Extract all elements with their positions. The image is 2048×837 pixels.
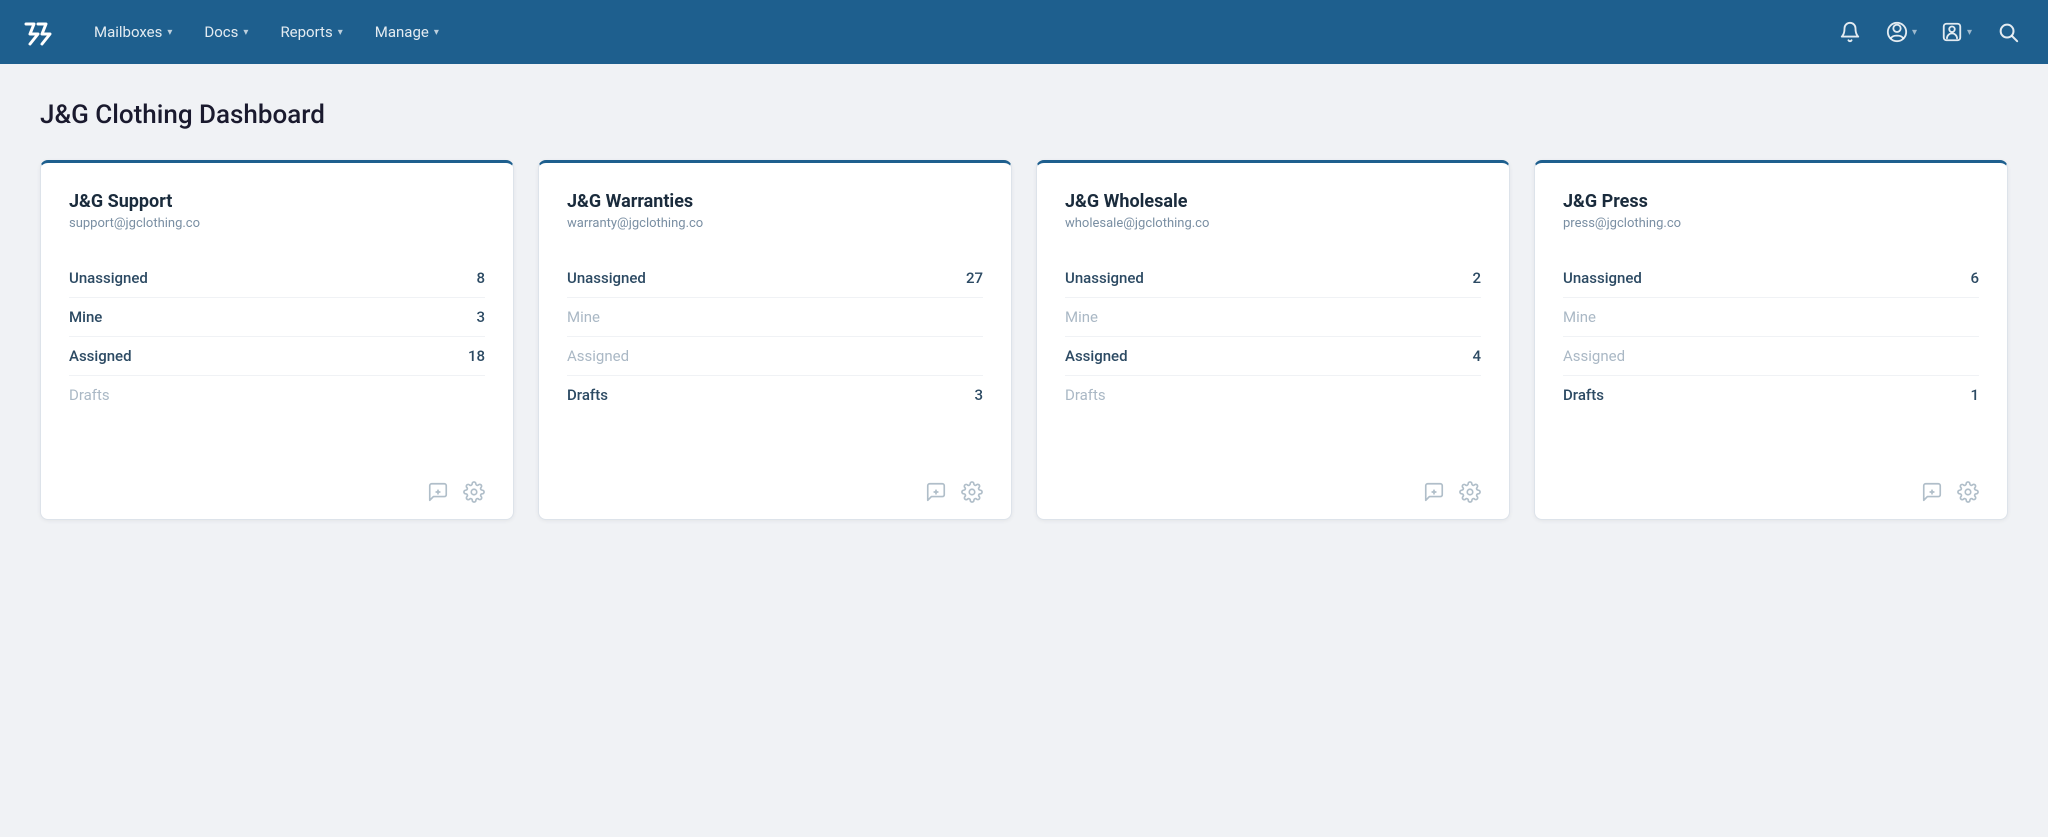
- mailboxes-chevron-icon: ▾: [167, 27, 172, 38]
- compose-new-icon[interactable]: [925, 481, 947, 503]
- search-button[interactable]: [1988, 12, 2028, 52]
- stat-label: Assigned: [1065, 347, 1128, 365]
- nav-reports[interactable]: Reports ▾: [266, 15, 356, 49]
- stat-label: Unassigned: [69, 269, 148, 287]
- stat-value: 4: [1472, 347, 1481, 365]
- stat-label: Mine: [567, 308, 600, 326]
- stat-row-warranties-0: Unassigned 27: [567, 259, 983, 298]
- settings-gear-icon[interactable]: [1459, 481, 1481, 503]
- stat-row-warranties-2: Assigned: [567, 337, 983, 376]
- support-avatar-chevron-icon: ▾: [1912, 27, 1917, 38]
- mailboxes-label: Mailboxes: [94, 23, 162, 41]
- stat-label: Assigned: [1563, 347, 1625, 365]
- manage-label: Manage: [375, 23, 429, 41]
- stat-label: Mine: [1563, 308, 1596, 326]
- card-stats: Unassigned 6 Mine Assigned Drafts 1: [1563, 259, 1979, 453]
- compose-new-icon[interactable]: [1423, 481, 1445, 503]
- notification-bell-button[interactable]: [1830, 12, 1870, 52]
- stat-label: Assigned: [567, 347, 629, 365]
- nav-manage[interactable]: Manage ▾: [361, 15, 453, 49]
- stat-row-warranties-1: Mine: [567, 298, 983, 337]
- stat-row-wholesale-2: Assigned 4: [1065, 337, 1481, 376]
- mailbox-cards-grid: J&G Support support@jgclothing.co Unassi…: [40, 160, 2008, 520]
- stat-row-press-2: Assigned: [1563, 337, 1979, 376]
- stat-label: Assigned: [69, 347, 132, 365]
- stat-label: Unassigned: [1563, 269, 1642, 287]
- compose-new-icon[interactable]: [427, 481, 449, 503]
- card-email: press@jgclothing.co: [1563, 216, 1979, 231]
- mailbox-card-warranties[interactable]: J&G Warranties warranty@jgclothing.co Un…: [538, 160, 1012, 520]
- card-footer: [567, 473, 983, 503]
- app-logo[interactable]: [20, 14, 56, 50]
- stat-row-support-3: Drafts: [69, 376, 485, 414]
- reports-chevron-icon: ▾: [338, 27, 343, 38]
- stat-row-wholesale-3: Drafts: [1065, 376, 1481, 414]
- settings-gear-icon[interactable]: [463, 481, 485, 503]
- stat-row-support-2: Assigned 18: [69, 337, 485, 376]
- mailbox-card-support[interactable]: J&G Support support@jgclothing.co Unassi…: [40, 160, 514, 520]
- stat-value: 2: [1472, 269, 1481, 287]
- stat-value: 27: [966, 269, 983, 287]
- card-stats: Unassigned 27 Mine Assigned Drafts 3: [567, 259, 983, 453]
- user-avatar-button[interactable]: ▾: [1933, 12, 1980, 52]
- card-email: support@jgclothing.co: [69, 216, 485, 231]
- user-avatar-chevron-icon: ▾: [1967, 27, 1972, 38]
- stat-row-press-0: Unassigned 6: [1563, 259, 1979, 298]
- card-title: J&G Press: [1563, 191, 1979, 212]
- settings-gear-icon[interactable]: [961, 481, 983, 503]
- card-email: warranty@jgclothing.co: [567, 216, 983, 231]
- stat-row-wholesale-1: Mine: [1065, 298, 1481, 337]
- compose-new-icon[interactable]: [1921, 481, 1943, 503]
- docs-chevron-icon: ▾: [243, 27, 248, 38]
- stat-row-press-3: Drafts 1: [1563, 376, 1979, 414]
- stat-label: Drafts: [1065, 386, 1106, 404]
- stat-label: Drafts: [567, 386, 608, 404]
- manage-chevron-icon: ▾: [434, 27, 439, 38]
- stat-label: Drafts: [69, 386, 110, 404]
- stat-value: 1: [1970, 386, 1979, 404]
- stat-row-warranties-3: Drafts 3: [567, 376, 983, 414]
- mailbox-card-wholesale[interactable]: J&G Wholesale wholesale@jgclothing.co Un…: [1036, 160, 1510, 520]
- stat-label: Mine: [1065, 308, 1098, 326]
- stat-value: 6: [1970, 269, 1979, 287]
- nav-right-actions: ▾ ▾: [1830, 12, 2028, 52]
- stat-row-press-1: Mine: [1563, 298, 1979, 337]
- mailbox-card-press[interactable]: J&G Press press@jgclothing.co Unassigned…: [1534, 160, 2008, 520]
- nav-mailboxes[interactable]: Mailboxes ▾: [80, 15, 186, 49]
- stat-label: Unassigned: [567, 269, 646, 287]
- stat-value: 18: [468, 347, 485, 365]
- card-title: J&G Warranties: [567, 191, 983, 212]
- main-content: J&G Clothing Dashboard J&G Support suppo…: [0, 64, 2048, 556]
- card-footer: [1563, 473, 1979, 503]
- nav-docs[interactable]: Docs ▾: [190, 15, 262, 49]
- card-title: J&G Wholesale: [1065, 191, 1481, 212]
- nav-items: Mailboxes ▾ Docs ▾ Reports ▾ Manage ▾: [80, 15, 1830, 49]
- stat-value: 3: [476, 308, 485, 326]
- stat-label: Drafts: [1563, 386, 1604, 404]
- stat-row-wholesale-0: Unassigned 2: [1065, 259, 1481, 298]
- main-nav: Mailboxes ▾ Docs ▾ Reports ▾ Manage ▾: [0, 0, 2048, 64]
- reports-label: Reports: [280, 23, 332, 41]
- card-email: wholesale@jgclothing.co: [1065, 216, 1481, 231]
- stat-label: Unassigned: [1065, 269, 1144, 287]
- card-stats: Unassigned 2 Mine Assigned 4 Drafts: [1065, 259, 1481, 453]
- page-title: J&G Clothing Dashboard: [40, 100, 2008, 130]
- stat-row-support-1: Mine 3: [69, 298, 485, 337]
- docs-label: Docs: [204, 23, 238, 41]
- settings-gear-icon[interactable]: [1957, 481, 1979, 503]
- stat-value: 3: [974, 386, 983, 404]
- stat-value: 8: [476, 269, 485, 287]
- card-footer: [1065, 473, 1481, 503]
- support-avatar-button[interactable]: ▾: [1878, 12, 1925, 52]
- card-stats: Unassigned 8 Mine 3 Assigned 18 Drafts: [69, 259, 485, 453]
- stat-label: Mine: [69, 308, 102, 326]
- stat-row-support-0: Unassigned 8: [69, 259, 485, 298]
- card-title: J&G Support: [69, 191, 485, 212]
- card-footer: [69, 473, 485, 503]
